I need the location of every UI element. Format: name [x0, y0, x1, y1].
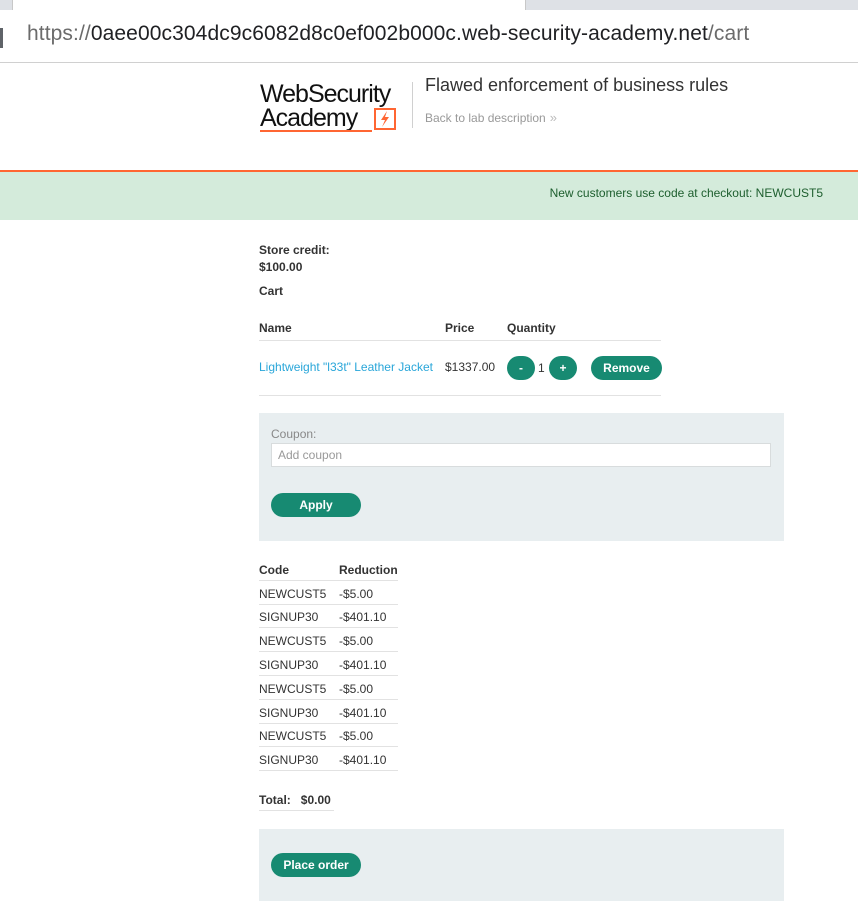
row-divider	[259, 627, 398, 628]
row-divider	[259, 746, 398, 747]
page-icon	[0, 28, 3, 48]
total-label: Total:	[259, 793, 291, 807]
coupon-reduction: -$401.10	[339, 610, 387, 624]
url-path: /cart	[707, 22, 750, 45]
table-row: SIGNUP30 -$401.10	[259, 701, 399, 724]
notification-banner: New customers use code at checkout: NEWC…	[0, 172, 858, 220]
coupon-form: Coupon: Apply	[259, 413, 784, 541]
double-chevron-right-icon: »	[549, 110, 557, 125]
coupon-code: SIGNUP30	[259, 610, 319, 624]
row-divider	[259, 580, 398, 581]
browser-tab-strip	[0, 0, 858, 10]
coupon-code: SIGNUP30	[259, 658, 319, 672]
coupon-reduction: -$5.00	[339, 587, 374, 601]
column-header-quantity: Quantity	[507, 321, 556, 335]
table-row: NEWCUST5 -$5.00	[259, 629, 399, 652]
coupon-code: NEWCUST5	[259, 634, 327, 648]
table-row: SIGNUP30 -$401.10	[259, 748, 399, 771]
row-divider	[259, 651, 398, 652]
table-row: NEWCUST5 -$5.00	[259, 582, 399, 605]
reductions-header-row: Code Reduction	[259, 558, 399, 581]
column-header-price: Price	[445, 321, 475, 335]
notification-text: New customers use code at checkout: NEWC…	[549, 186, 823, 200]
address-bar[interactable]: https://0aee00c304dc9c6082d8c0ef002b000c…	[0, 10, 858, 63]
coupon-reduction: -$401.10	[339, 753, 387, 767]
coupon-reduction: -$401.10	[339, 706, 387, 720]
back-to-lab-link[interactable]: Back to lab description»	[425, 110, 557, 125]
header-divider	[412, 82, 413, 128]
coupon-code: SIGNUP30	[259, 753, 319, 767]
coupon-input[interactable]	[271, 443, 771, 467]
product-price: $1337.00	[445, 360, 496, 374]
table-row: SIGNUP30 -$401.10	[259, 605, 399, 628]
academy-logo[interactable]: WebSecurity Academy	[260, 80, 412, 132]
table-divider	[259, 395, 661, 396]
back-link-label: Back to lab description	[425, 111, 546, 125]
column-header-code: Code	[259, 563, 289, 577]
url-scheme: https://	[27, 22, 91, 45]
lab-title: Flawed enforcement of business rules	[425, 75, 729, 95]
store-credit-value: $100.00	[259, 260, 303, 274]
decrease-quantity-button[interactable]: -	[507, 356, 535, 380]
url-host: 0aee00c304dc9c6082d8c0ef002b000c.web-sec…	[90, 22, 708, 45]
row-divider	[259, 675, 398, 676]
url-text[interactable]: https://0aee00c304dc9c6082d8c0ef002b000c…	[27, 22, 749, 46]
row-divider	[259, 770, 398, 771]
apply-coupon-button[interactable]: Apply	[271, 493, 361, 517]
table-divider	[259, 340, 661, 341]
browser-tab[interactable]	[12, 0, 526, 10]
table-row: NEWCUST5 -$5.00	[259, 724, 399, 747]
column-header-name: Name	[259, 321, 292, 335]
increase-quantity-button[interactable]: +	[549, 356, 577, 380]
checkout-form: Place order	[259, 829, 784, 901]
cart-heading: Cart	[259, 284, 284, 298]
total-value: $0.00	[300, 793, 331, 807]
total-divider	[259, 810, 334, 811]
remove-item-button[interactable]: Remove	[591, 356, 662, 380]
logo-underline	[260, 130, 372, 132]
coupon-code: NEWCUST5	[259, 587, 327, 601]
coupon-reduction: -$5.00	[339, 682, 374, 696]
table-row: SIGNUP30 -$401.10	[259, 653, 399, 676]
coupon-code: NEWCUST5	[259, 682, 327, 696]
coupon-reduction: -$5.00	[339, 729, 374, 743]
table-row: NEWCUST5 -$5.00	[259, 677, 399, 700]
coupon-reduction: -$5.00	[339, 634, 374, 648]
product-link[interactable]: Lightweight "l33t" Leather Jacket	[259, 360, 433, 374]
column-header-reduction: Reduction	[339, 563, 398, 577]
place-order-button[interactable]: Place order	[271, 853, 361, 877]
coupon-code: SIGNUP30	[259, 706, 319, 720]
store-credit-label: Store credit:	[259, 243, 330, 257]
coupon-reduction: -$401.10	[339, 658, 387, 672]
quantity-value: 1	[538, 361, 545, 375]
coupon-code: NEWCUST5	[259, 729, 327, 743]
lightning-icon	[374, 108, 396, 130]
logo-line-2: Academy	[260, 104, 358, 132]
row-divider	[259, 699, 398, 700]
coupon-label: Coupon:	[271, 427, 317, 441]
cart-total: Total: $0.00	[259, 793, 331, 807]
